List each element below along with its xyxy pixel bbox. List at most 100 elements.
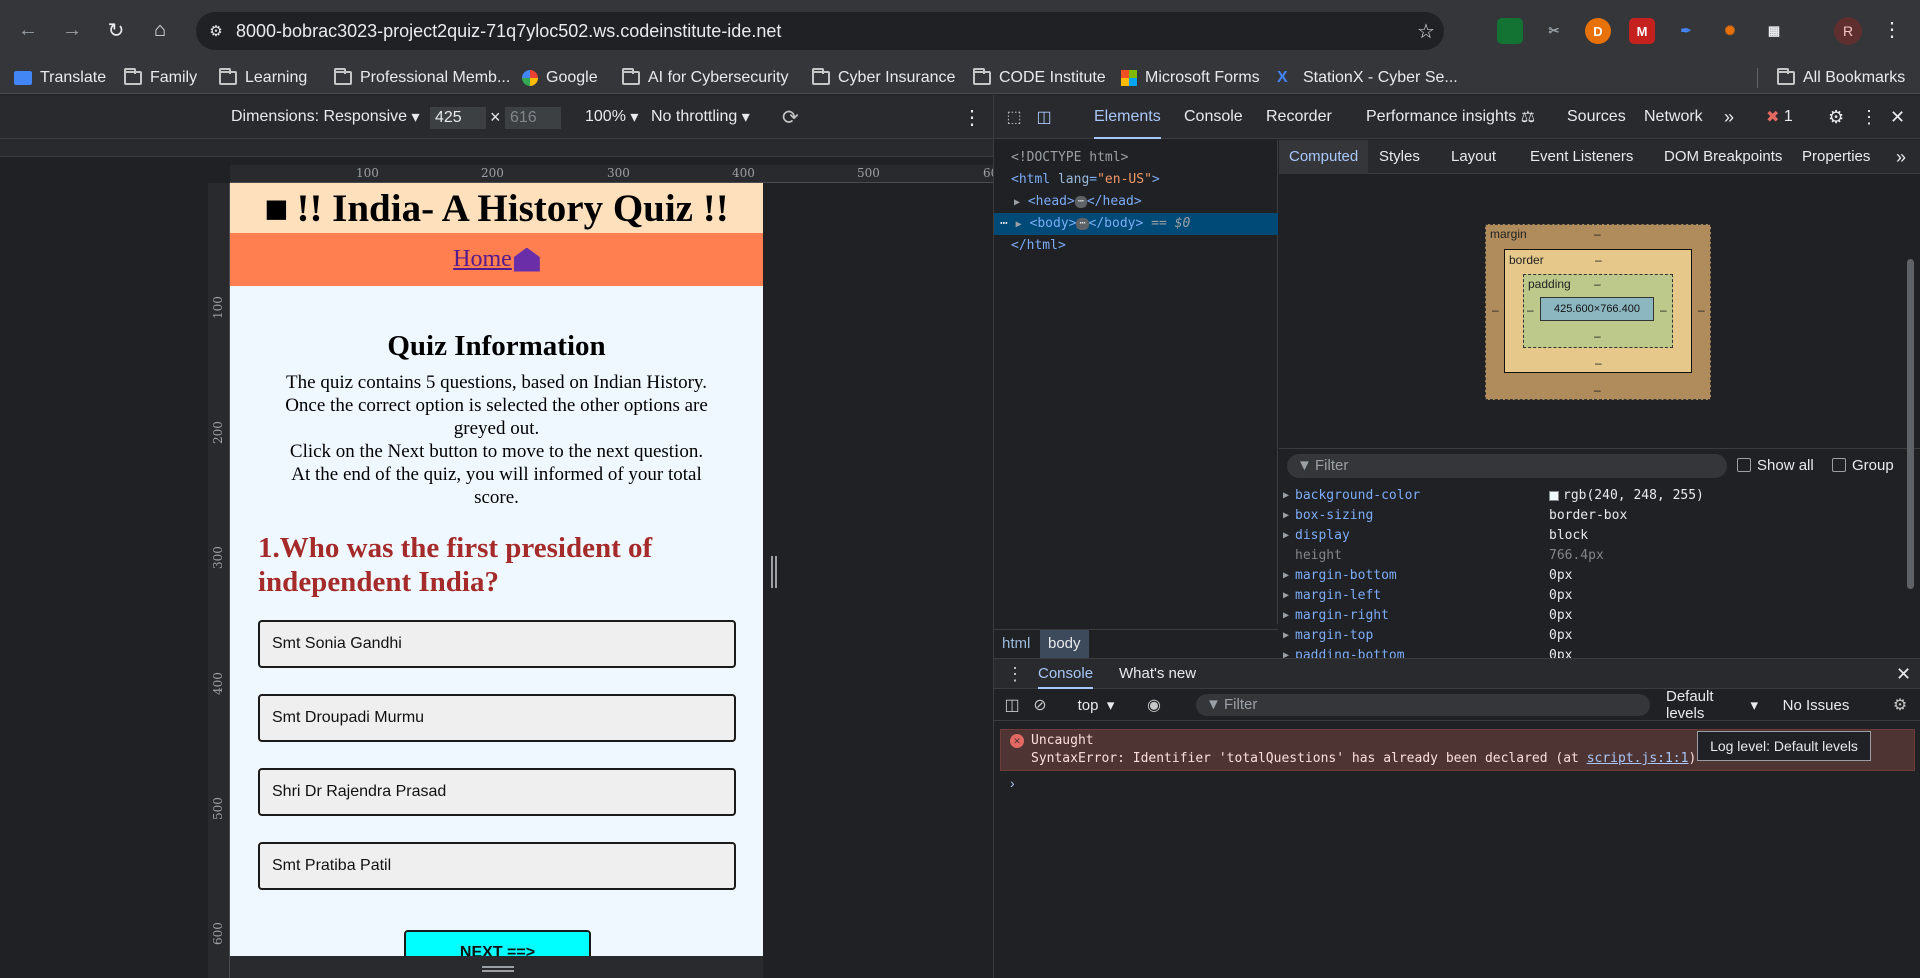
box-model-content[interactable]: 425.600×766.400 <box>1540 297 1654 321</box>
settings-gear-icon[interactable]: ⚙ <box>1828 95 1844 139</box>
console-filter-input[interactable]: ▼ Filter <box>1196 694 1650 716</box>
error-counter[interactable]: ✖ 1 <box>1766 95 1793 139</box>
device-more-icon[interactable]: ⋮ <box>962 95 982 139</box>
bookmark-translate[interactable]: Translate <box>14 62 106 94</box>
box-model-border[interactable]: border – – padding – – – – 425.600×766.4… <box>1504 249 1692 373</box>
profile-avatar[interactable]: R <box>1834 17 1862 45</box>
context-selector[interactable]: top ▾ <box>1066 695 1126 715</box>
error-source-link[interactable]: script.js:1:1 <box>1587 751 1689 766</box>
box-model-margin[interactable]: margin – – – – border – – padding – – – … <box>1485 224 1711 400</box>
breadcrumb-body[interactable]: body <box>1040 630 1089 658</box>
reload-icon[interactable]: ↻ <box>100 14 132 46</box>
drawer-tab-console[interactable]: Console <box>1038 659 1094 689</box>
dom-html[interactable]: <html lang="en-US"> <box>994 169 1278 191</box>
rotate-icon[interactable]: ⟳ <box>782 95 799 139</box>
resize-handle-bottom[interactable] <box>482 966 514 972</box>
dimensions-dropdown[interactable]: Dimensions: Responsive ▾ <box>231 95 420 139</box>
tab-sources[interactable]: Sources <box>1567 95 1626 139</box>
log-levels-dropdown[interactable]: Default levels ▾ <box>1666 688 1758 722</box>
tab-recorder[interactable]: Recorder <box>1266 95 1332 139</box>
computed-filter-input[interactable]: ▼ Filter <box>1287 454 1727 478</box>
issues-counter[interactable]: No Issues <box>1776 695 1856 715</box>
dom-head[interactable]: ▶ <head> ⋯ </head> <box>994 191 1278 213</box>
close-drawer-icon[interactable]: ✕ <box>1896 659 1911 689</box>
bookmark-cyber-insurance[interactable]: Cyber Insurance <box>812 62 955 94</box>
extension-duckduckgo-icon[interactable]: D <box>1585 18 1611 44</box>
bookmark-learning[interactable]: Learning <box>219 62 307 94</box>
bookmark-code-institute[interactable]: CODE Institute <box>973 62 1106 94</box>
extension-pen-icon[interactable]: ✒ <box>1673 18 1699 44</box>
tab-properties[interactable]: Properties <box>1802 140 1870 174</box>
home-icon[interactable]: ⌂ <box>144 14 176 46</box>
width-input[interactable]: 425 <box>430 107 486 129</box>
extension-scissors-icon[interactable]: ✂ <box>1541 18 1567 44</box>
sidebar-scrollbar[interactable] <box>1904 245 1916 665</box>
throttling-dropdown[interactable]: No throttling ▾ <box>651 95 750 139</box>
computed-property[interactable]: ▶ margin-bottom 0px <box>1279 566 1909 586</box>
scrollbar-thumb[interactable] <box>1907 259 1914 589</box>
bookmark-star-icon[interactable]: ☆ <box>1408 19 1444 44</box>
home-link[interactable]: Home <box>453 246 512 273</box>
resize-handle-right[interactable] <box>771 556 777 588</box>
extensions-puzzle-icon[interactable]: ▦ <box>1761 18 1787 44</box>
console-settings-gear-icon[interactable]: ⚙ <box>1890 695 1910 715</box>
tab-event-listeners[interactable]: Event Listeners <box>1530 140 1633 174</box>
computed-property[interactable]: ▶ display block <box>1279 526 1909 546</box>
expand-triangle-icon[interactable]: ▶ <box>1016 219 1022 230</box>
box-model-padding[interactable]: padding – – – – 425.600×766.400 <box>1523 274 1673 348</box>
computed-property[interactable]: ▶ margin-left 0px <box>1279 586 1909 606</box>
bookmark-stationx[interactable]: X StationX - Cyber Se... <box>1277 62 1458 94</box>
console-prompt[interactable]: › <box>1010 775 1015 791</box>
all-bookmarks[interactable]: All Bookmarks <box>1777 62 1905 94</box>
option-button[interactable]: Smt Sonia Gandhi <box>258 620 736 668</box>
tab-performance-insights[interactable]: Performance insights ⚖ <box>1366 95 1535 139</box>
show-all-checkbox[interactable] <box>1737 458 1751 472</box>
expand-triangle-icon[interactable]: ▶ <box>1014 197 1020 208</box>
next-button[interactable]: NEXT ==> <box>404 930 591 956</box>
drawer-tab-whats-new[interactable]: What's new <box>1119 659 1196 689</box>
computed-property[interactable]: ▶ padding-bottom 0px <box>1279 646 1909 658</box>
option-button[interactable]: Shri Dr Rajendra Prasad <box>258 768 736 816</box>
tab-elements[interactable]: Elements <box>1094 95 1161 139</box>
zoom-dropdown[interactable]: 100% ▾ <box>585 95 638 139</box>
extension-green-icon[interactable] <box>1497 18 1523 44</box>
bookmark-professional[interactable]: Professional Memb... <box>334 62 510 94</box>
dom-body[interactable]: ⋯ ▶ <body> ⋯ </body> == $0 <box>994 213 1278 235</box>
forward-arrow-icon[interactable]: → <box>56 14 88 46</box>
devtools-menu-icon[interactable]: ⋮ <box>1860 95 1878 139</box>
close-devtools-icon[interactable]: ✕ <box>1890 95 1905 139</box>
tab-console[interactable]: Console <box>1184 95 1243 139</box>
back-arrow-icon[interactable]: ← <box>12 14 44 46</box>
computed-property[interactable]: height 766.4px <box>1279 546 1909 566</box>
computed-property[interactable]: ▶ box-sizing border-box <box>1279 506 1909 526</box>
tab-layout[interactable]: Layout <box>1451 140 1496 174</box>
computed-property[interactable]: ▶ margin-top 0px <box>1279 626 1909 646</box>
home-user-icon[interactable] <box>513 247 540 272</box>
bookmark-google[interactable]: Google <box>522 62 598 94</box>
extension-gmail-icon[interactable]: M <box>1629 18 1655 44</box>
url-text[interactable]: 8000-bobrac3023-project2quiz-71q7yloc502… <box>236 21 1408 42</box>
more-sidebar-tabs-icon[interactable]: » <box>1896 140 1906 174</box>
height-input[interactable]: 616 <box>505 107 561 129</box>
browser-menu-icon[interactable]: ⋮ <box>1880 14 1904 46</box>
computed-property[interactable]: ▶ background-color rgb(240, 248, 255) <box>1279 486 1909 506</box>
breadcrumb-html[interactable]: html <box>994 630 1038 658</box>
ellipsis-badge[interactable]: ⋯ <box>1076 217 1089 230</box>
device-toggle-icon[interactable]: ◫ <box>1034 107 1054 127</box>
option-button[interactable]: Smt Droupadi Murmu <box>258 694 736 742</box>
dom-doctype[interactable]: <!DOCTYPE html> <box>994 147 1278 169</box>
bookmark-ai-cybersecurity[interactable]: AI for Cybersecurity <box>622 62 788 94</box>
live-expression-eye-icon[interactable]: ◉ <box>1144 695 1164 715</box>
inspect-element-icon[interactable]: ⬚ <box>1004 107 1024 127</box>
bookmark-family[interactable]: Family <box>124 62 197 94</box>
group-checkbox[interactable] <box>1832 458 1846 472</box>
tab-styles[interactable]: Styles <box>1379 140 1420 174</box>
extension-cookie-icon[interactable]: ✺ <box>1717 18 1743 44</box>
clear-console-icon[interactable]: ⊘ <box>1030 695 1050 715</box>
address-bar[interactable]: ⚙ 8000-bobrac3023-project2quiz-71q7yloc5… <box>196 12 1444 50</box>
computed-property[interactable]: ▶ margin-right 0px <box>1279 606 1909 626</box>
tab-computed[interactable]: Computed <box>1279 140 1369 174</box>
bookmark-microsoft-forms[interactable]: Microsoft Forms <box>1121 62 1260 94</box>
drawer-menu-icon[interactable]: ⋮ <box>1006 659 1024 689</box>
more-tabs-icon[interactable]: » <box>1724 95 1734 139</box>
